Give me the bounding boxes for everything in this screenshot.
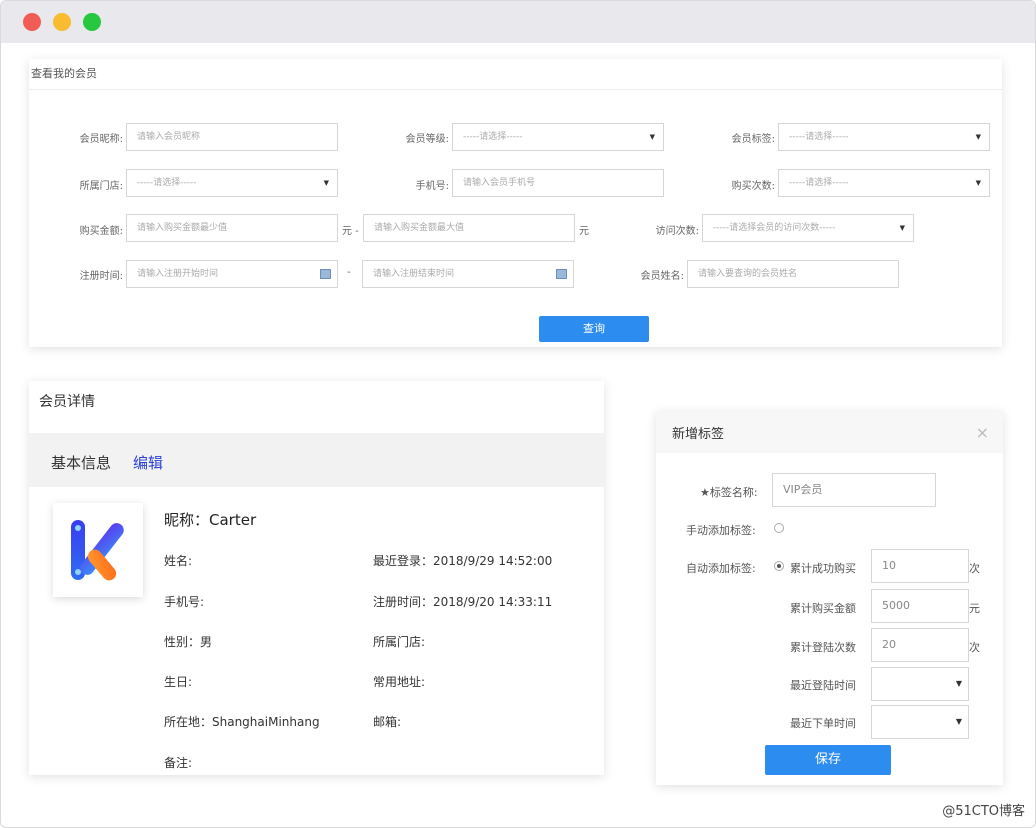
tag-name-input[interactable]: VIP会员 [772, 473, 936, 507]
calendar-icon[interactable] [556, 269, 567, 279]
cond-amount-label: 累计购买金额 [790, 602, 856, 615]
reg-end-input[interactable]: 请输入注册结束时间 [362, 260, 574, 288]
minimize-window-button[interactable] [53, 13, 71, 31]
watermark: @51CTO博客 [942, 804, 1025, 819]
caret-down-icon: ▼ [323, 179, 329, 187]
member-name-label: 会员姓名: [640, 271, 684, 282]
caret-down-icon: ▼ [899, 224, 905, 232]
search-panel-title: 查看我的会员 [31, 67, 97, 80]
new-tag-dialog: 新增标签 × ★标签名称: VIP会员 手动添加标签: 自动添加标签: 累计成功… [656, 411, 1003, 785]
title-bar [1, 1, 1035, 43]
level-select-value: -----请选择----- [463, 132, 523, 142]
cond-purchase-count-input[interactable]: 10 [871, 549, 969, 583]
reg-time-field: 注册时间：2018/9/20 14:33:11 [373, 595, 553, 609]
manual-tag-label: 手动添加标签: [686, 524, 756, 537]
cond-amount-input[interactable]: 5000 [871, 589, 969, 623]
member-name-input[interactable]: 请输入要查询的会员姓名 [687, 260, 899, 288]
cond-last-order-select[interactable]: ▼ [871, 705, 969, 739]
caret-down-icon: ▼ [649, 133, 655, 141]
calendar-icon[interactable] [320, 269, 331, 279]
visit-label: 访问次数: [655, 226, 699, 237]
edit-link[interactable]: 编辑 [133, 452, 163, 473]
amount-min-input[interactable]: 请输入购买金额最少值 [126, 214, 338, 242]
nickname-value: 昵称：Carter [164, 511, 257, 529]
remark-field: 备注: [164, 756, 193, 770]
cond-amount-unit: 元 [969, 602, 980, 615]
address-field: 常用地址: [373, 675, 426, 689]
amount-separator: 元 - [342, 226, 359, 237]
close-window-button[interactable] [23, 13, 41, 31]
visit-select-value: -----请选择会员的访问次数----- [713, 223, 836, 233]
auto-tag-label: 自动添加标签: [686, 562, 756, 575]
gender-field: 性别：男 [164, 635, 213, 649]
purchase-count-select[interactable]: -----请选择----- ▼ [778, 169, 990, 197]
reg-start-input[interactable]: 请输入注册开始时间 [126, 260, 338, 288]
maximize-window-button[interactable] [83, 13, 101, 31]
visit-select[interactable]: -----请选择会员的访问次数----- ▼ [702, 214, 914, 242]
location-field: 所在地：ShanghaiMinhang [164, 715, 320, 729]
auto-tag-radio[interactable] [774, 561, 784, 571]
amount-label: 购买金额: [79, 226, 123, 237]
phone-input[interactable]: 请输入会员手机号 [452, 169, 664, 197]
birthday-field: 生日: [164, 675, 193, 689]
level-label: 会员等级: [405, 134, 449, 145]
purchase-count-value: -----请选择----- [789, 178, 849, 188]
cond-login-count-label: 累计登陆次数 [790, 641, 856, 654]
cond-last-login-label: 最近登陆时间 [790, 679, 856, 692]
name-field: 姓名: [164, 554, 193, 568]
tag-name-label: ★标签名称: [700, 486, 758, 499]
manual-tag-radio[interactable] [774, 523, 784, 533]
member-search-panel: 查看我的会员 会员昵称: 请输入会员昵称 会员等级: -----请选择-----… [29, 59, 1002, 347]
caret-down-icon: ▼ [975, 179, 981, 187]
phone-label: 手机号: [415, 181, 449, 192]
phone-field: 手机号: [164, 595, 205, 609]
last-login-field: 最近登录：2018/9/29 14:52:00 [373, 554, 553, 568]
level-select[interactable]: -----请选择----- ▼ [452, 123, 664, 151]
store-select-value: -----请选择----- [137, 178, 197, 188]
reg-separator: - [347, 267, 351, 278]
purchase-count-label: 购买次数: [731, 181, 775, 192]
detail-panel-title: 会员详情 [39, 394, 95, 410]
basic-info-header [29, 433, 604, 487]
tag-select-value: -----请选择----- [789, 132, 849, 142]
email-field: 邮箱: [373, 715, 402, 729]
cond-last-order-label: 最近下单时间 [790, 717, 856, 730]
app-window: 查看我的会员 会员昵称: 请输入会员昵称 会员等级: -----请选择-----… [0, 0, 1036, 828]
save-button[interactable]: 保存 [765, 745, 891, 775]
tag-label: 会员标签: [731, 134, 775, 145]
amount-unit: 元 [579, 226, 589, 237]
caret-down-icon: ▼ [955, 717, 962, 726]
caret-down-icon: ▼ [955, 679, 962, 688]
nickname-input[interactable]: 请输入会员昵称 [126, 123, 338, 151]
store-label: 所属门店: [79, 181, 123, 192]
cond-login-count-input[interactable]: 20 [871, 628, 969, 662]
query-button[interactable]: 查询 [539, 316, 649, 342]
member-detail-panel: 会员详情 基本信息 编辑 昵称：Carter 姓名: 最近登录：2018/9/2… [29, 381, 604, 775]
store-field: 所属门店: [373, 635, 426, 649]
store-select[interactable]: -----请选择----- ▼ [126, 169, 338, 197]
brand-logo-icon [71, 520, 124, 581]
cond-last-login-select[interactable]: ▼ [871, 667, 969, 701]
reg-time-label: 注册时间: [79, 271, 123, 282]
reg-end-placeholder: 请输入注册结束时间 [373, 269, 455, 279]
dialog-title: 新增标签 [672, 427, 725, 442]
divider [29, 89, 1002, 90]
basic-info-label: 基本信息 [51, 454, 112, 472]
tag-select[interactable]: -----请选择----- ▼ [778, 123, 990, 151]
close-icon[interactable]: × [976, 423, 989, 442]
avatar [53, 503, 143, 597]
caret-down-icon: ▼ [975, 133, 981, 141]
cond-purchase-count-unit: 次 [969, 562, 980, 575]
reg-start-placeholder: 请输入注册开始时间 [137, 269, 219, 279]
amount-max-input[interactable]: 请输入购买金额最大值 [363, 214, 575, 242]
cond-login-count-unit: 次 [969, 641, 980, 654]
cond-purchase-count-label: 累计成功购买 [790, 562, 856, 575]
nickname-label: 会员昵称: [79, 134, 123, 145]
